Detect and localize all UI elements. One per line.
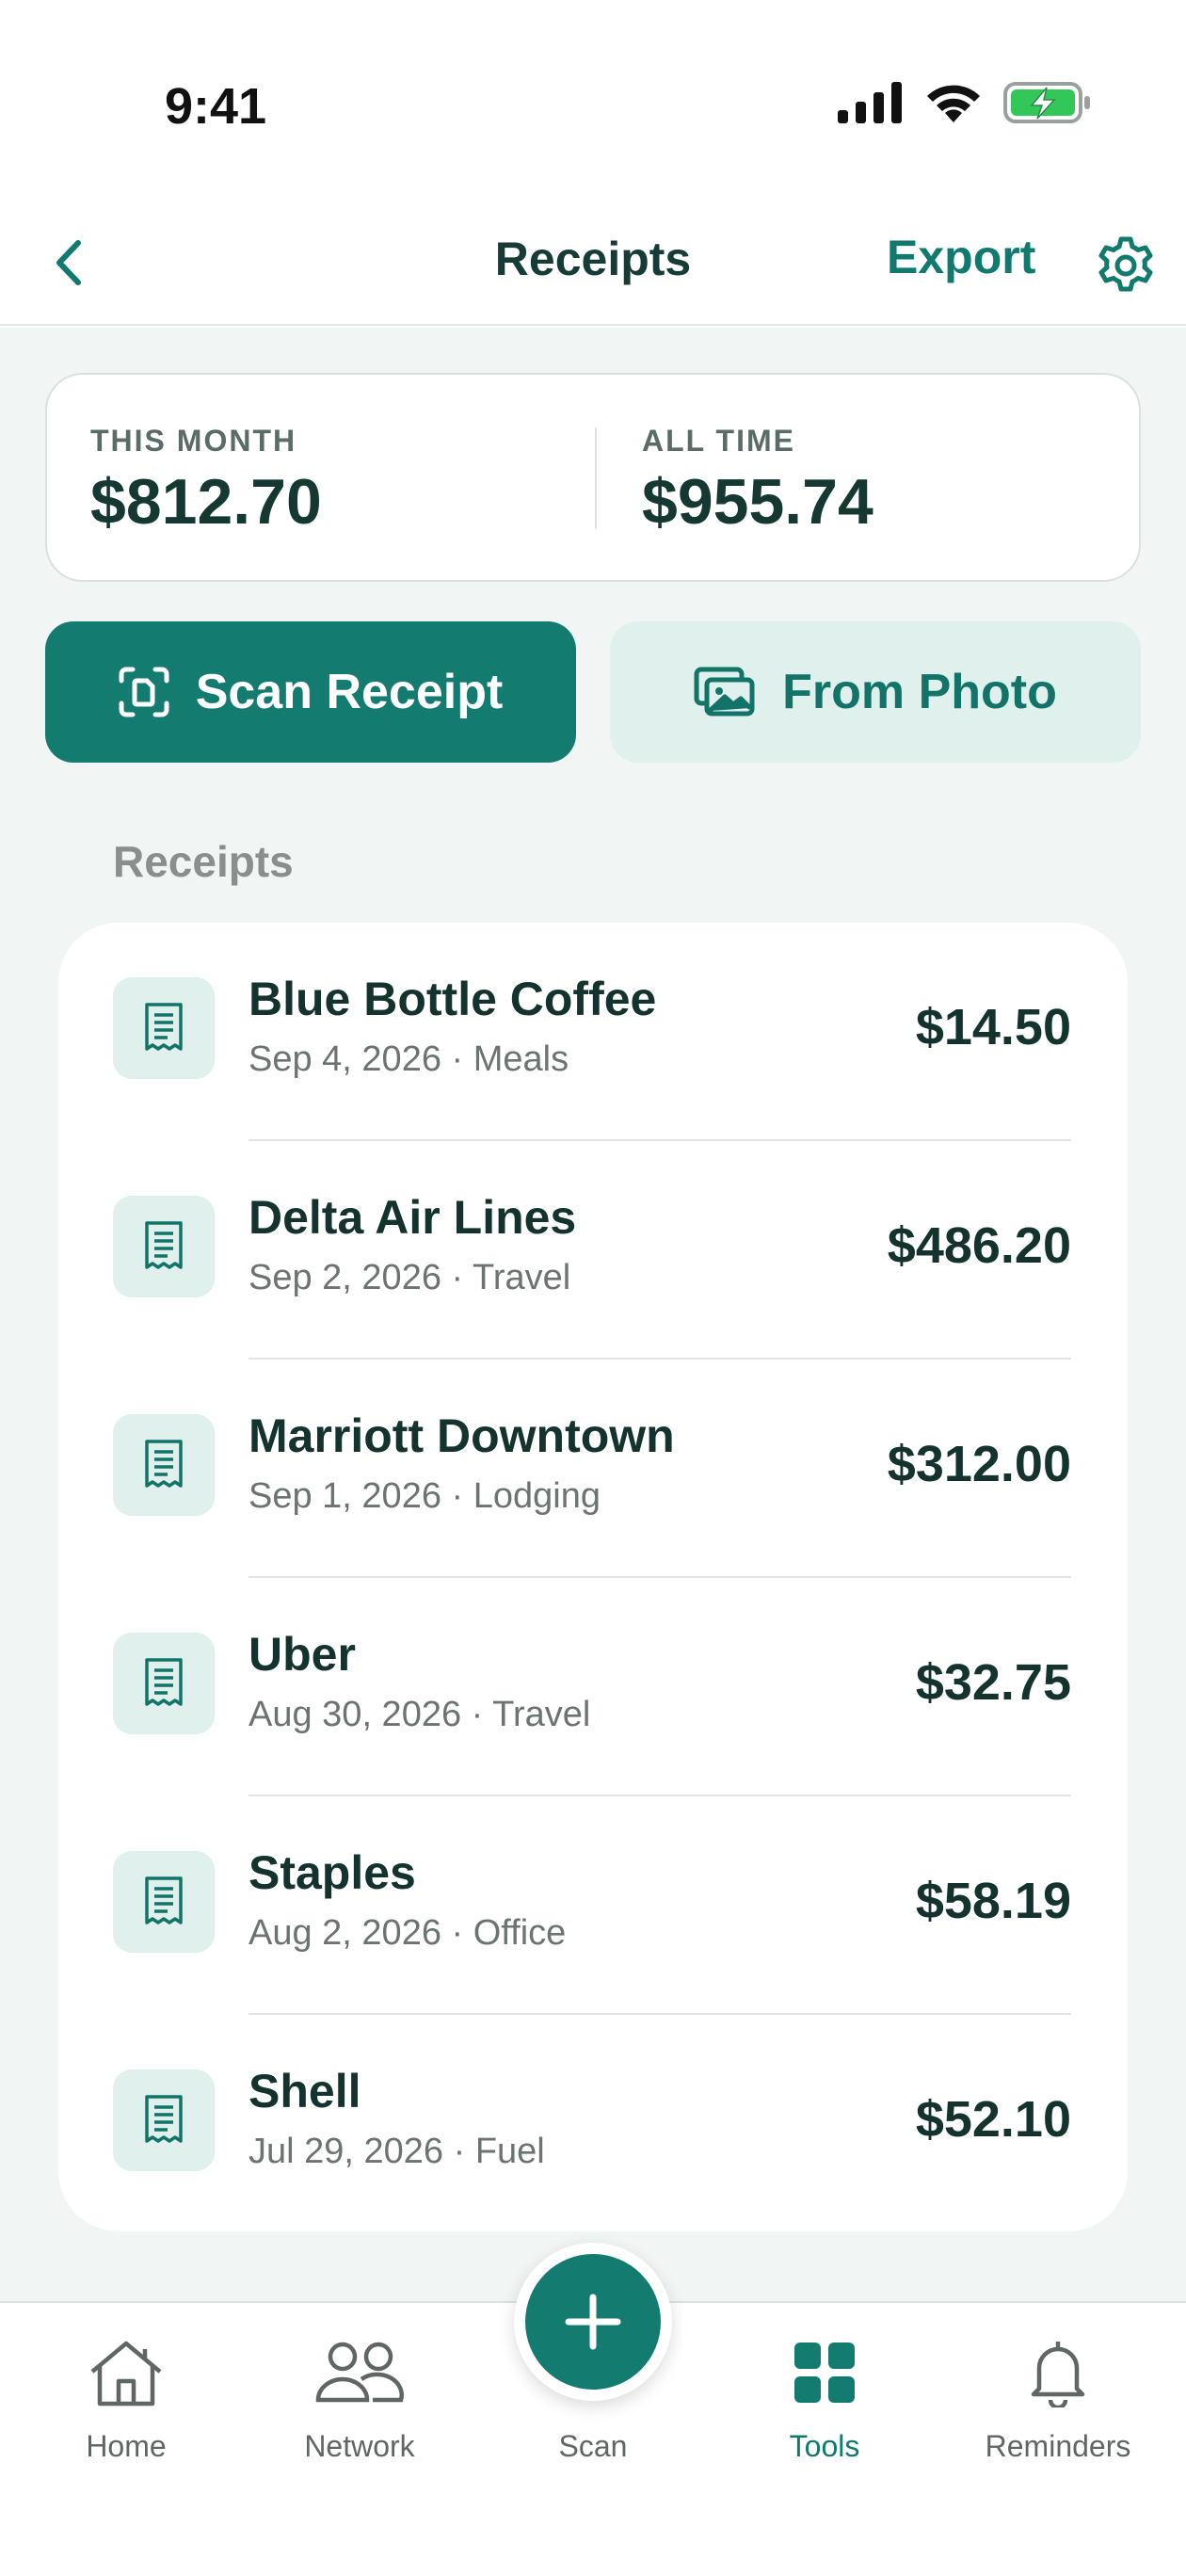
tab-label: Home	[86, 2429, 167, 2463]
signal-icon	[838, 82, 902, 123]
this-month-label: THIS MONTH	[90, 424, 297, 458]
export-button[interactable]: Export	[887, 230, 1035, 284]
grid-icon	[721, 2329, 928, 2416]
scan-document-icon	[119, 667, 169, 717]
receipt-name: Marriott Downtown	[248, 1409, 675, 1462]
content-area: THIS MONTH $812.70 ALL TIME $955.74 Scan…	[0, 328, 1186, 2301]
photos-icon	[694, 667, 755, 716]
receipt-amount: $58.19	[915, 1873, 1071, 1929]
receipt-icon	[145, 2095, 183, 2143]
summary-divider	[595, 427, 597, 529]
receipt-name: Shell	[248, 2065, 361, 2117]
receipt-amount: $312.00	[887, 1436, 1071, 1492]
people-icon	[256, 2329, 463, 2416]
receipt-icon	[145, 1658, 183, 1706]
wifi-icon	[927, 85, 980, 122]
all-time-label: ALL TIME	[642, 424, 795, 458]
receipt-icon-container	[113, 977, 215, 1079]
bell-icon	[954, 2329, 1162, 2416]
summary-card: THIS MONTH $812.70 ALL TIME $955.74	[45, 373, 1141, 582]
all-time-value: $955.74	[642, 466, 873, 538]
receipt-name: Delta Air Lines	[248, 1191, 577, 1244]
receipt-meta: Sep 4, 2026 · Meals	[248, 1039, 569, 1079]
status-bar: 9:41	[0, 0, 1186, 198]
receipt-amount: $52.10	[915, 2091, 1071, 2148]
status-time: 9:41	[165, 78, 267, 135]
status-icons	[838, 81, 1092, 124]
receipt-list: Blue Bottle Coffee Sep 4, 2026 · Meals $…	[58, 923, 1128, 2231]
battery-charging-icon	[1003, 82, 1090, 123]
receipt-icon-container	[113, 1851, 215, 1953]
list-item[interactable]: Uber Aug 30, 2026 · Travel $32.75	[58, 1578, 1128, 1796]
tab-label: Network	[304, 2429, 415, 2463]
list-item[interactable]: Marriott Downtown Sep 1, 2026 · Lodging …	[58, 1360, 1128, 1578]
receipt-meta: Aug 2, 2026 · Office	[248, 1913, 567, 1953]
receipt-meta: Sep 1, 2026 · Lodging	[248, 1476, 601, 1516]
list-item[interactable]: Delta Air Lines Sep 2, 2026 · Travel $48…	[58, 1141, 1128, 1360]
scan-receipt-label: Scan Receipt	[195, 665, 504, 719]
list-item[interactable]: Staples Aug 2, 2026 · Office $58.19	[58, 1796, 1128, 2015]
this-month-value: $812.70	[90, 466, 322, 538]
tab-home[interactable]: Home	[23, 2329, 230, 2480]
receipt-amount: $32.75	[915, 1654, 1071, 1711]
tab-label: Tools	[789, 2429, 860, 2463]
tab-network[interactable]: Network	[256, 2329, 463, 2480]
tab-reminders[interactable]: Reminders	[954, 2329, 1162, 2480]
receipt-amount: $486.20	[887, 1217, 1071, 1274]
tab-label: Reminders	[985, 2429, 1131, 2463]
receipt-meta: Sep 2, 2026 · Travel	[248, 1258, 571, 1297]
receipt-meta: Jul 29, 2026 · Fuel	[248, 2132, 545, 2171]
receipt-amount: $14.50	[915, 999, 1071, 1055]
nav-bar: Receipts Export	[0, 198, 1186, 326]
settings-button[interactable]	[1090, 230, 1162, 301]
tab-tools[interactable]: Tools	[721, 2329, 928, 2480]
receipt-icon	[145, 1221, 183, 1269]
list-item[interactable]: Shell Jul 29, 2026 · Fuel $52.10	[58, 2015, 1128, 2231]
scan-receipt-button[interactable]: Scan Receipt	[45, 621, 576, 763]
receipt-icon	[145, 1003, 183, 1051]
receipt-icon-container	[113, 2069, 215, 2171]
receipt-icon-container	[113, 1633, 215, 1734]
from-photo-button[interactable]: From Photo	[610, 621, 1141, 763]
from-photo-label: From Photo	[782, 665, 1057, 719]
list-item[interactable]: Blue Bottle Coffee Sep 4, 2026 · Meals $…	[58, 923, 1128, 1141]
plus-icon	[565, 2294, 621, 2350]
section-label: Receipts	[113, 837, 294, 886]
receipt-name: Uber	[248, 1628, 356, 1681]
scan-fab-button[interactable]	[525, 2254, 661, 2390]
receipt-icon-container	[113, 1196, 215, 1297]
gear-icon	[1098, 236, 1153, 292]
receipt-name: Staples	[248, 1846, 416, 1899]
tab-label: Scan	[558, 2429, 628, 2463]
receipt-meta: Aug 30, 2026 · Travel	[248, 1695, 591, 1734]
receipt-icon	[145, 1876, 183, 1924]
receipt-icon	[145, 1440, 183, 1488]
receipt-icon-container	[113, 1414, 215, 1516]
receipt-name: Blue Bottle Coffee	[248, 973, 657, 1025]
home-icon	[23, 2329, 230, 2416]
